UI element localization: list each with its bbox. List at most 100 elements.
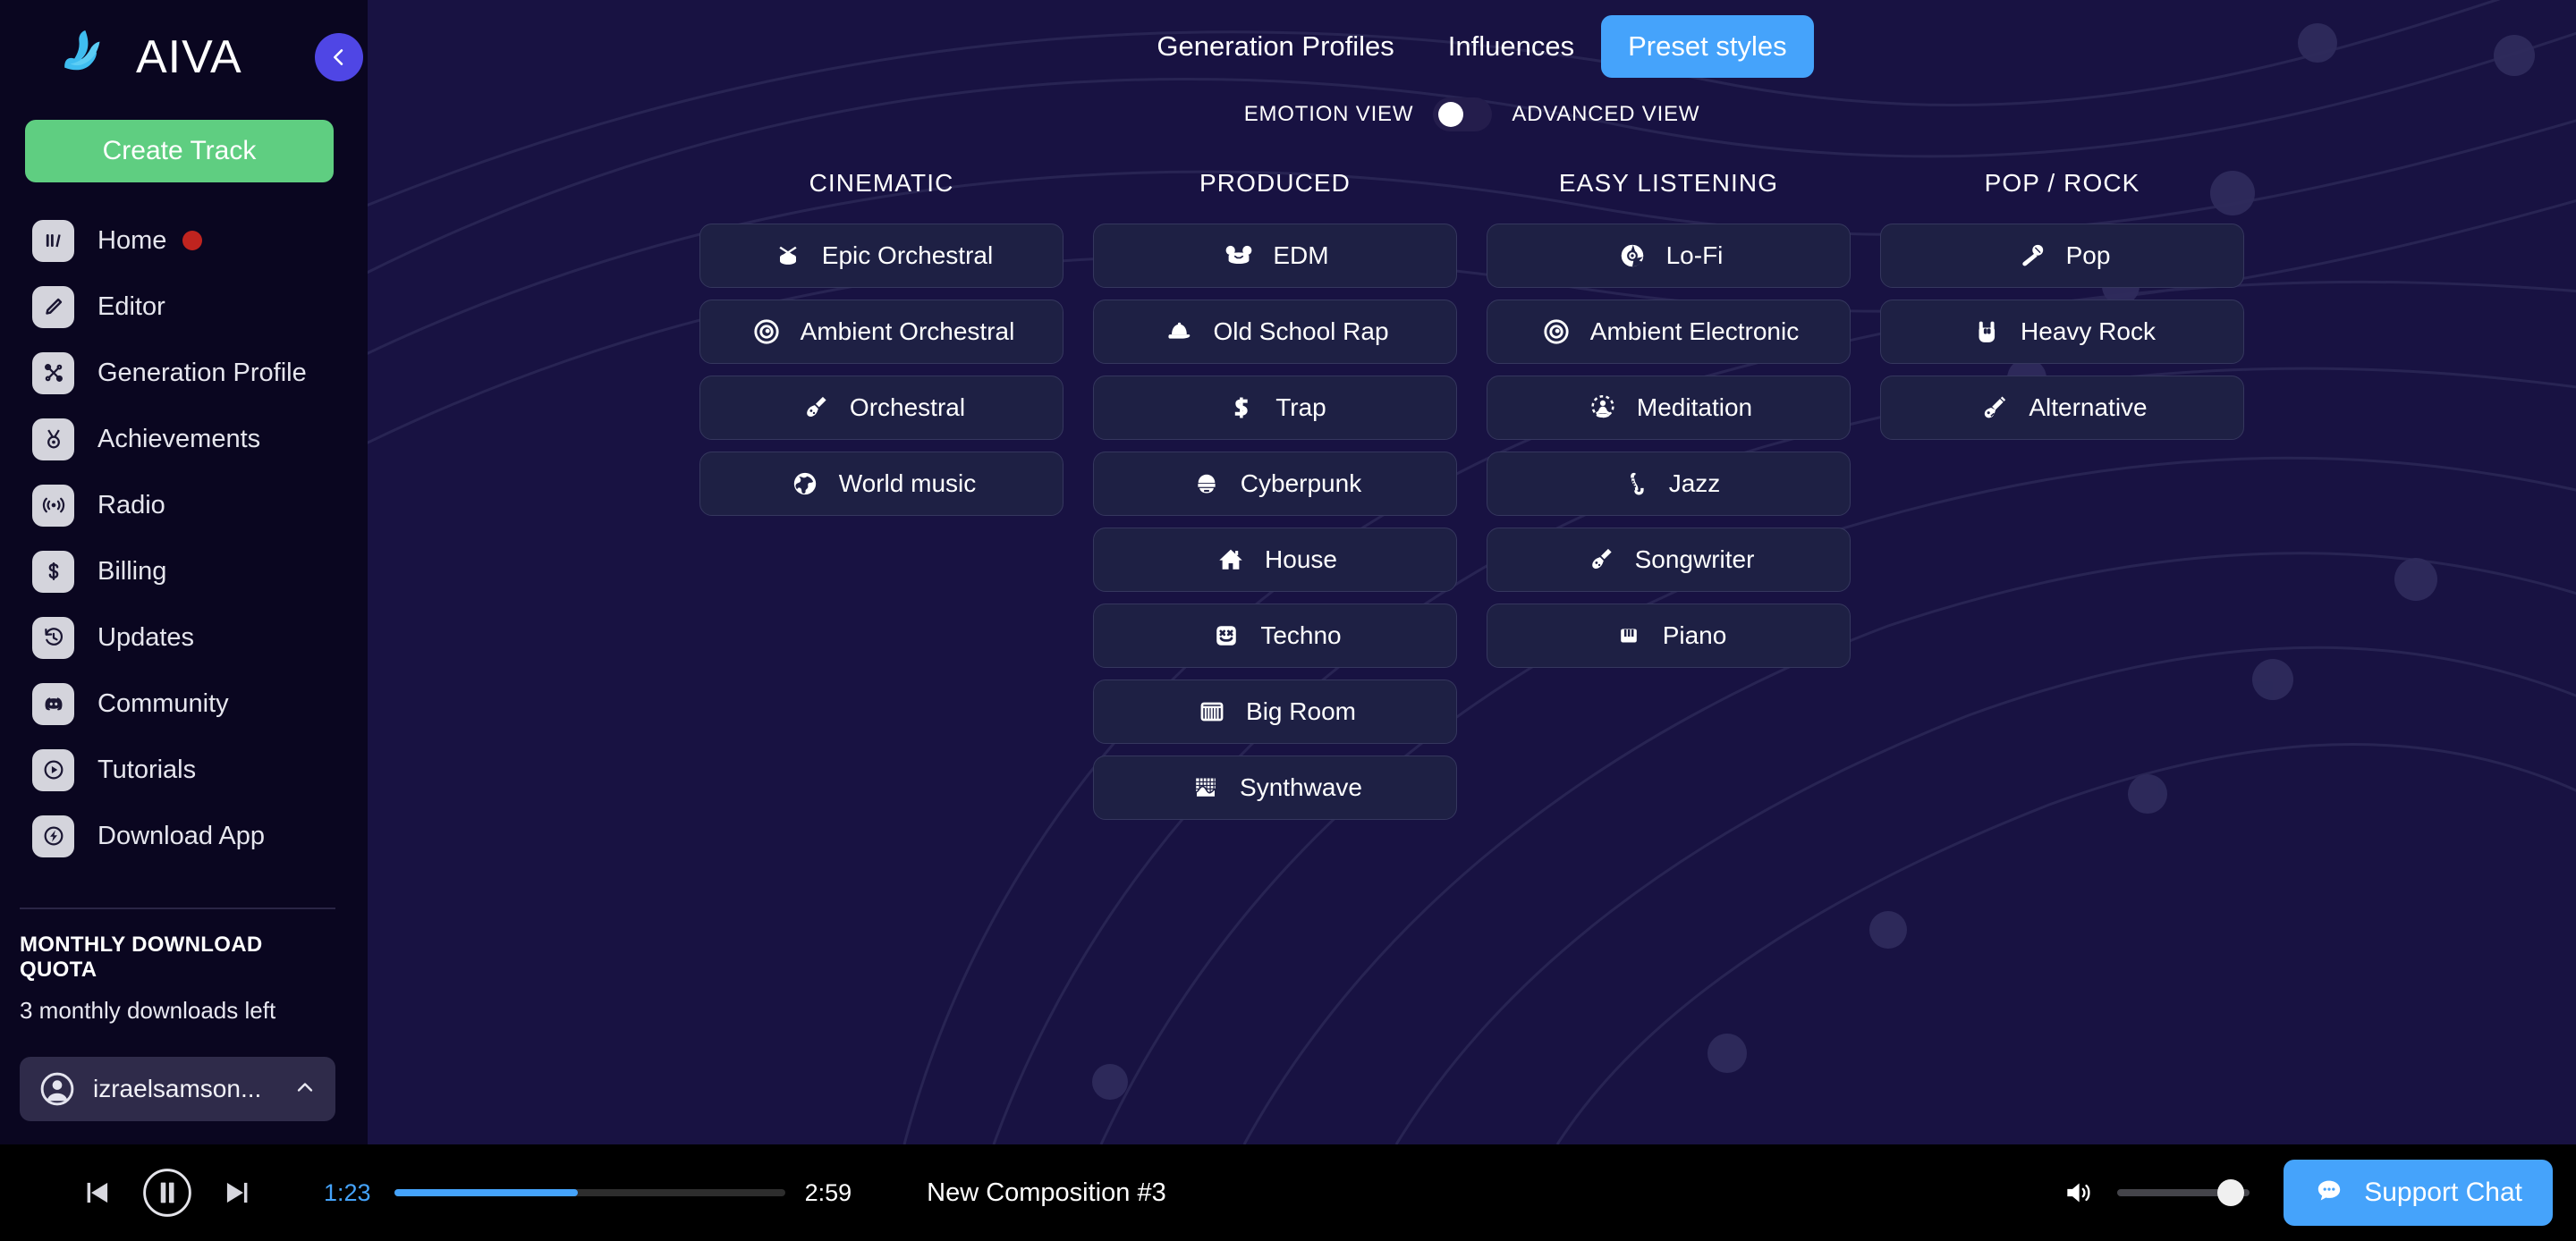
view-mode-toggle[interactable] <box>1433 97 1493 131</box>
style-label: Orchestral <box>849 393 966 421</box>
skip-next-icon[interactable] <box>220 1176 254 1210</box>
quota-title: MONTHLY DOWNLOAD QUOTA <box>20 933 263 982</box>
style-card-alternative[interactable]: Alternative <box>1880 376 2244 440</box>
user-name-label: izraelsamson... <box>93 1075 262 1102</box>
total-time-label: 2:59 <box>804 1178 852 1206</box>
volume-slider-knob[interactable] <box>2217 1179 2245 1206</box>
sidebar-item-home[interactable]: Home <box>0 207 368 274</box>
style-label: Meditation <box>1636 393 1753 421</box>
style-card-trap[interactable]: Trap <box>1093 376 1457 440</box>
style-label: Epic Orchestral <box>821 241 994 269</box>
style-card-ambient-electronic[interactable]: Ambient Electronic <box>1487 300 1851 364</box>
style-card-songwriter[interactable]: Songwriter <box>1487 528 1851 592</box>
skip-previous-icon[interactable] <box>80 1176 114 1210</box>
style-label: Cyberpunk <box>1240 469 1362 497</box>
emotion-view-label[interactable]: EMOTION VIEW <box>1244 102 1414 127</box>
sidebar-item-achievements[interactable]: Achievements <box>0 406 368 472</box>
chevron-left-icon[interactable] <box>315 33 363 81</box>
support-chat-label: Support Chat <box>2364 1178 2522 1207</box>
playback-progress-bar[interactable] <box>394 1189 785 1196</box>
tab-influences[interactable]: Influences <box>1421 15 1601 78</box>
player-bar: 1:23 2:59 New Composition #3 Support Cha… <box>0 1144 2576 1241</box>
style-label: House <box>1265 545 1337 573</box>
style-card-piano[interactable]: Piano <box>1487 604 1851 668</box>
style-card-techno[interactable]: Techno <box>1093 604 1457 668</box>
sidebar-item-label: Billing <box>97 556 167 586</box>
sidebar-item-updates[interactable]: Updates <box>0 604 368 671</box>
grid-wave-icon <box>1188 770 1224 806</box>
globe-icon <box>787 466 823 502</box>
sidebar-item-label: Community <box>97 688 229 718</box>
style-label: Techno <box>1260 621 1342 649</box>
style-label: Alternative <box>2029 393 2148 421</box>
user-account-chip[interactable]: izraelsamson... <box>20 1057 335 1121</box>
sidebar-item-radio[interactable]: Radio <box>0 472 368 538</box>
create-track-button[interactable]: Create Track <box>25 120 334 182</box>
violin-icon <box>798 390 834 426</box>
style-label: Ambient Orchestral <box>800 317 1015 345</box>
volume-icon[interactable] <box>2062 1176 2096 1210</box>
sidebar-item-generation-profile[interactable]: Generation Profile <box>0 340 368 406</box>
aiva-app-window: AIVA Create Track Home Editor Generation… <box>0 0 2576 1241</box>
piano-icon <box>1611 618 1647 654</box>
sidebar-item-label: Tutorials <box>97 755 197 784</box>
style-card-house[interactable]: House <box>1093 528 1457 592</box>
style-card-heavy-rock[interactable]: Heavy Rock <box>1880 300 2244 364</box>
sidebar-item-download-app[interactable]: Download App <box>0 803 368 869</box>
sidebar-divider <box>20 908 335 909</box>
playback-progress-fill <box>394 1189 578 1196</box>
sidebar-item-label: Download App <box>97 821 266 850</box>
sidebar-item-label: Generation Profile <box>97 358 307 387</box>
support-chat-button[interactable]: Support Chat <box>2284 1160 2553 1226</box>
sidebar-item-billing[interactable]: Billing <box>0 538 368 604</box>
mouse-head-icon <box>1221 238 1257 274</box>
style-label: Big Room <box>1246 697 1356 725</box>
style-card-old-school-rap[interactable]: Old School Rap <box>1093 300 1457 364</box>
style-label: Piano <box>1662 621 1727 649</box>
sidebar-item-label: Updates <box>97 622 195 652</box>
style-label: Ambient Electronic <box>1589 317 1800 345</box>
download-bolt-icon <box>32 815 74 857</box>
style-label: Synthwave <box>1240 773 1362 801</box>
top-tabs: Generation Profiles Influences Preset st… <box>368 0 2576 78</box>
electric-guitar-icon <box>1977 390 2012 426</box>
aiva-logo-icon <box>50 24 116 90</box>
style-card-edm[interactable]: EDM <box>1093 224 1457 288</box>
rock-hand-icon <box>1969 314 2004 350</box>
style-card-synthwave[interactable]: Synthwave <box>1093 756 1457 820</box>
style-label: Trap <box>1275 393 1326 421</box>
sidebar-item-community[interactable]: Community <box>0 671 368 737</box>
acoustic-guitar-icon <box>1583 542 1619 578</box>
style-card-big-room[interactable]: Big Room <box>1093 680 1457 744</box>
chat-bubble-icon <box>2314 1176 2344 1211</box>
style-card-world-music[interactable]: World music <box>699 452 1063 516</box>
style-card-meditation[interactable]: Meditation <box>1487 376 1851 440</box>
style-card-epic-orchestral[interactable]: Epic Orchestral <box>699 224 1063 288</box>
style-card-lo-fi[interactable]: Lo-Fi <box>1487 224 1851 288</box>
column-easy-listening: EASY LISTENING Lo-Fi Ambient Electronic … <box>1487 169 1851 832</box>
sidebar-item-tutorials[interactable]: Tutorials <box>0 737 368 803</box>
style-card-cyberpunk[interactable]: Cyberpunk <box>1093 452 1457 516</box>
pencil-icon <box>32 285 74 328</box>
style-card-orchestral[interactable]: Orchestral <box>699 376 1063 440</box>
marshmello-face-icon <box>1208 618 1244 654</box>
sidebar-item-editor[interactable]: Editor <box>0 274 368 340</box>
style-label: Pop <box>2065 241 2111 269</box>
chevron-up-icon[interactable] <box>292 1075 318 1104</box>
avatar-icon <box>38 1069 77 1109</box>
tab-preset-styles[interactable]: Preset styles <box>1601 15 1814 78</box>
style-label: Old School Rap <box>1213 317 1389 345</box>
style-card-pop[interactable]: Pop <box>1880 224 2244 288</box>
advanced-view-label[interactable]: ADVANCED VIEW <box>1512 102 1699 127</box>
target-ring-icon <box>749 314 784 350</box>
player-right-controls: Support Chat <box>2062 1160 2576 1226</box>
style-card-jazz[interactable]: Jazz <box>1487 452 1851 516</box>
style-card-ambient-orchestral[interactable]: Ambient Orchestral <box>699 300 1063 364</box>
pause-icon[interactable] <box>141 1167 193 1219</box>
vinyl-record-icon <box>1614 238 1650 274</box>
tab-generation-profiles[interactable]: Generation Profiles <box>1130 15 1420 78</box>
volume-slider[interactable] <box>2117 1179 2250 1206</box>
house-icon <box>1213 542 1249 578</box>
column-title: EASY LISTENING <box>1558 169 1779 197</box>
cap-icon <box>1161 314 1197 350</box>
